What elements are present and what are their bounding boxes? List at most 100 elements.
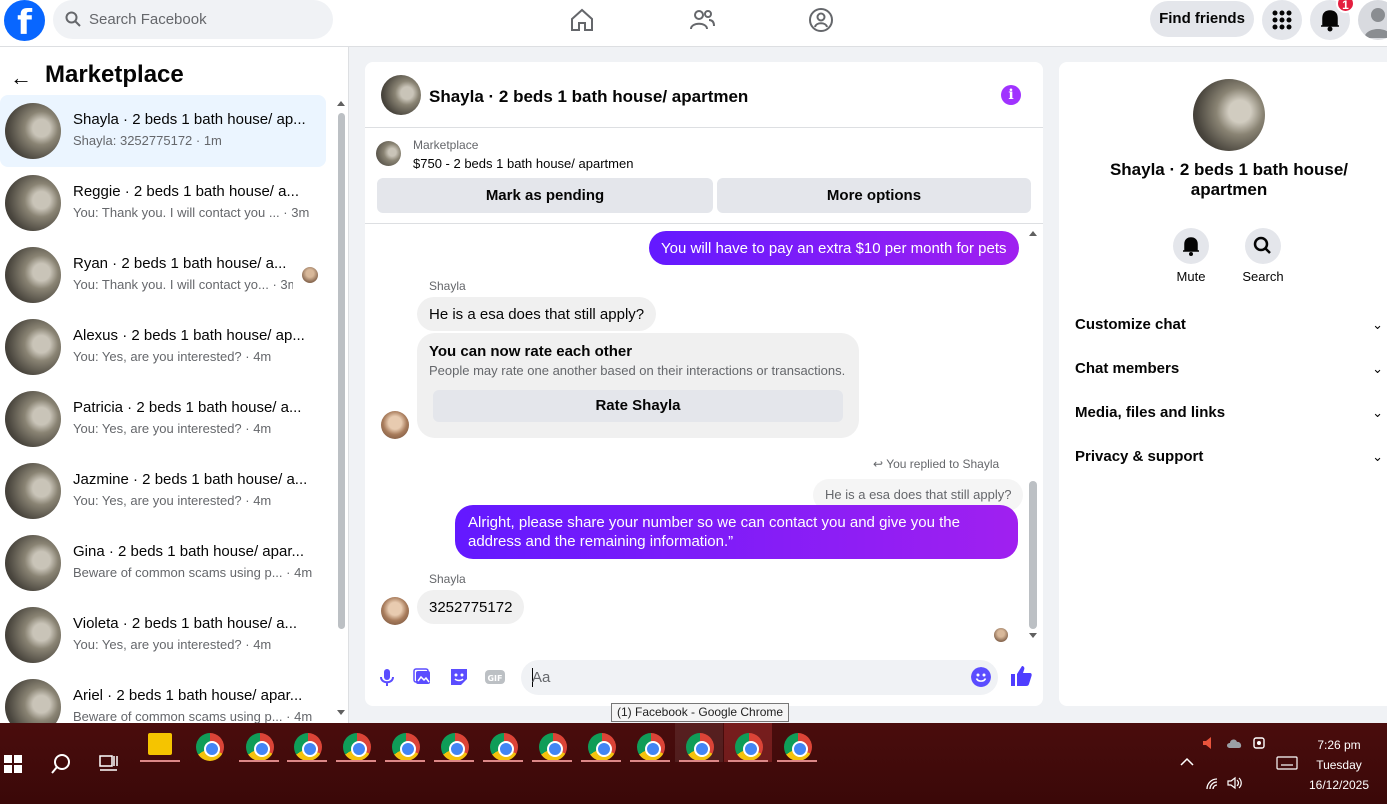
- conversation-title: Patricia · 2 beds 1 bath house/ a...: [73, 399, 302, 416]
- listing-banner: Marketplace $750 - 2 beds 1 bath house/ …: [365, 128, 1043, 224]
- search-in-chat-button[interactable]: [1245, 228, 1281, 264]
- listing-thumbnail: [5, 175, 61, 231]
- chrome-profile-icon[interactable]: [588, 733, 616, 761]
- wifi-icon[interactable]: [1205, 777, 1221, 791]
- volume-muted-icon[interactable]: [1201, 735, 1217, 751]
- chrome-profile-icon[interactable]: [343, 733, 371, 761]
- friends-icon[interactable]: [688, 6, 716, 34]
- chevron-up-icon[interactable]: [1180, 757, 1194, 767]
- chrome-profile-icon[interactable]: [735, 733, 763, 761]
- chat-members-row[interactable]: Chat members ⌄: [1075, 349, 1387, 389]
- outgoing-message[interactable]: Alright, please share your number so we …: [455, 505, 1018, 559]
- privacy-support-row[interactable]: Privacy & support ⌄: [1075, 437, 1387, 477]
- info-icon[interactable]: i: [1001, 85, 1021, 105]
- groups-icon[interactable]: [807, 6, 835, 34]
- media-files-links-row[interactable]: Media, files and links ⌄: [1075, 393, 1387, 433]
- taskbar-indicator: [287, 760, 327, 762]
- sidebar-scrollbar[interactable]: [338, 113, 345, 629]
- chrome-profile-icon[interactable]: [637, 733, 665, 761]
- taskbar-search-icon[interactable]: [50, 753, 72, 775]
- reply-note-text: You replied to Shayla: [886, 457, 1000, 471]
- chat-title[interactable]: Shayla · 2 beds 1 bath house/ apartmen: [429, 87, 748, 107]
- scroll-up-icon[interactable]: [336, 99, 346, 107]
- mark-as-pending-button[interactable]: Mark as pending: [377, 178, 713, 213]
- conversation-item[interactable]: Ryan · 2 beds 1 bath house/ a... You: Th…: [0, 239, 326, 311]
- incoming-message[interactable]: He is a esa does that still apply?: [417, 297, 657, 331]
- conversation-item[interactable]: Alexus · 2 beds 1 bath house/ ap... You:…: [0, 311, 326, 383]
- conversation-preview: You: Yes, are you interested? · 4m: [73, 421, 272, 436]
- chevron-down-icon: ⌄: [1372, 317, 1383, 332]
- conversation-preview: You: Thank you. I will contact you ... ·…: [73, 205, 310, 220]
- mute-label: Mute: [1176, 269, 1206, 284]
- back-arrow-icon[interactable]: ←: [10, 65, 32, 91]
- conversation-item[interactable]: Ariel · 2 beds 1 bath house/ apar... Bew…: [0, 671, 326, 723]
- taskbar-indicator: [532, 760, 572, 762]
- keyboard-icon[interactable]: [1276, 756, 1298, 770]
- conversation-preview: Beware of common scams using p... · 4m: [73, 709, 313, 723]
- more-options-button[interactable]: More options: [717, 178, 1031, 213]
- mute-button[interactable]: [1173, 228, 1209, 264]
- sender-name: Shayla: [429, 279, 466, 293]
- file-explorer-icon[interactable]: [148, 733, 172, 755]
- chrome-profile-icon[interactable]: [490, 733, 518, 761]
- chrome-profile-icon[interactable]: [539, 733, 567, 761]
- window-tooltip: (1) Facebook - Google Chrome: [611, 703, 790, 722]
- conversation-item[interactable]: Jazmine · 2 beds 1 bath house/ a... You:…: [0, 455, 326, 527]
- listing-thumbnail: [5, 391, 61, 447]
- rate-user-button[interactable]: Rate Shayla: [433, 390, 843, 422]
- listing-price[interactable]: $750 - 2 beds 1 bath house/ apartmen: [413, 156, 633, 171]
- conversation-item[interactable]: Gina · 2 beds 1 bath house/ apar... Bewa…: [0, 527, 326, 599]
- conversation-preview: Shayla: 3252775172 · 1m: [73, 133, 222, 148]
- listing-thumbnail[interactable]: [376, 141, 401, 166]
- incoming-message[interactable]: 3252775172: [417, 590, 525, 624]
- conversation-item[interactable]: Violeta · 2 beds 1 bath house/ a... You:…: [0, 599, 326, 671]
- scroll-up-icon[interactable]: [1028, 229, 1038, 237]
- sender-avatar[interactable]: [381, 411, 409, 439]
- seen-avatar: [994, 628, 1008, 642]
- scroll-down-icon[interactable]: [336, 709, 346, 717]
- chrome-profile-icon[interactable]: [294, 733, 322, 761]
- chat-listing-thumbnail[interactable]: [381, 75, 421, 115]
- chat-scrollbar[interactable]: [1029, 481, 1037, 629]
- outgoing-message[interactable]: You will have to pay an extra $10 per mo…: [649, 231, 1019, 265]
- chrome-profile-icon[interactable]: [392, 733, 420, 761]
- sender-avatar[interactable]: [381, 597, 409, 625]
- clock-day: Tuesday: [1316, 758, 1362, 772]
- svg-text:GIF: GIF: [487, 674, 502, 683]
- chrome-profile-icon[interactable]: [686, 733, 714, 761]
- meet-now-icon[interactable]: [1251, 735, 1267, 751]
- chrome-icon[interactable]: [196, 733, 224, 761]
- cloud-icon[interactable]: [1225, 735, 1245, 751]
- menu-button[interactable]: [1262, 0, 1302, 40]
- search-input[interactable]: Search Facebook: [53, 0, 333, 39]
- task-view-icon[interactable]: [99, 753, 119, 773]
- chrome-profile-icon[interactable]: [246, 733, 274, 761]
- account-avatar[interactable]: [1358, 0, 1387, 40]
- scroll-down-icon[interactable]: [1028, 632, 1038, 640]
- gif-icon[interactable]: GIF: [484, 666, 506, 688]
- chrome-profile-icon[interactable]: [441, 733, 469, 761]
- find-friends-button[interactable]: Find friends: [1150, 1, 1254, 37]
- sticker-icon[interactable]: [448, 666, 470, 688]
- home-icon[interactable]: [568, 6, 596, 34]
- customize-chat-row[interactable]: Customize chat ⌄: [1075, 305, 1387, 345]
- chrome-profile-icon[interactable]: [784, 733, 812, 761]
- speaker-icon[interactable]: [1226, 776, 1244, 790]
- message-input[interactable]: Aa: [521, 660, 998, 695]
- facebook-logo[interactable]: f: [4, 0, 45, 41]
- conversation-item[interactable]: Patricia · 2 beds 1 bath house/ a... You…: [0, 383, 326, 455]
- chat-panel: Shayla · 2 beds 1 bath house/ apartmen i…: [365, 62, 1043, 706]
- windows-taskbar: 7:26 pm Tuesday 16/12/2025: [0, 723, 1387, 804]
- conversation-item[interactable]: Reggie · 2 beds 1 bath house/ a... You: …: [0, 167, 326, 239]
- details-title: Shayla · 2 beds 1 bath house/ apartmen: [1109, 160, 1349, 199]
- details-listing-thumbnail[interactable]: [1193, 79, 1265, 151]
- emoji-icon[interactable]: [971, 667, 991, 687]
- conversation-title: Gina · 2 beds 1 bath house/ apar...: [73, 543, 304, 560]
- windows-start-icon[interactable]: [4, 755, 22, 773]
- microphone-icon[interactable]: [376, 666, 398, 688]
- like-thumb-icon[interactable]: [1009, 664, 1033, 688]
- photo-icon[interactable]: [412, 666, 434, 688]
- rate-each-other-card: You can now rate each other People may r…: [417, 333, 859, 438]
- system-clock[interactable]: 7:26 pm Tuesday 16/12/2025: [1300, 735, 1378, 795]
- conversation-item[interactable]: Shayla · 2 beds 1 bath house/ ap... Shay…: [0, 95, 326, 167]
